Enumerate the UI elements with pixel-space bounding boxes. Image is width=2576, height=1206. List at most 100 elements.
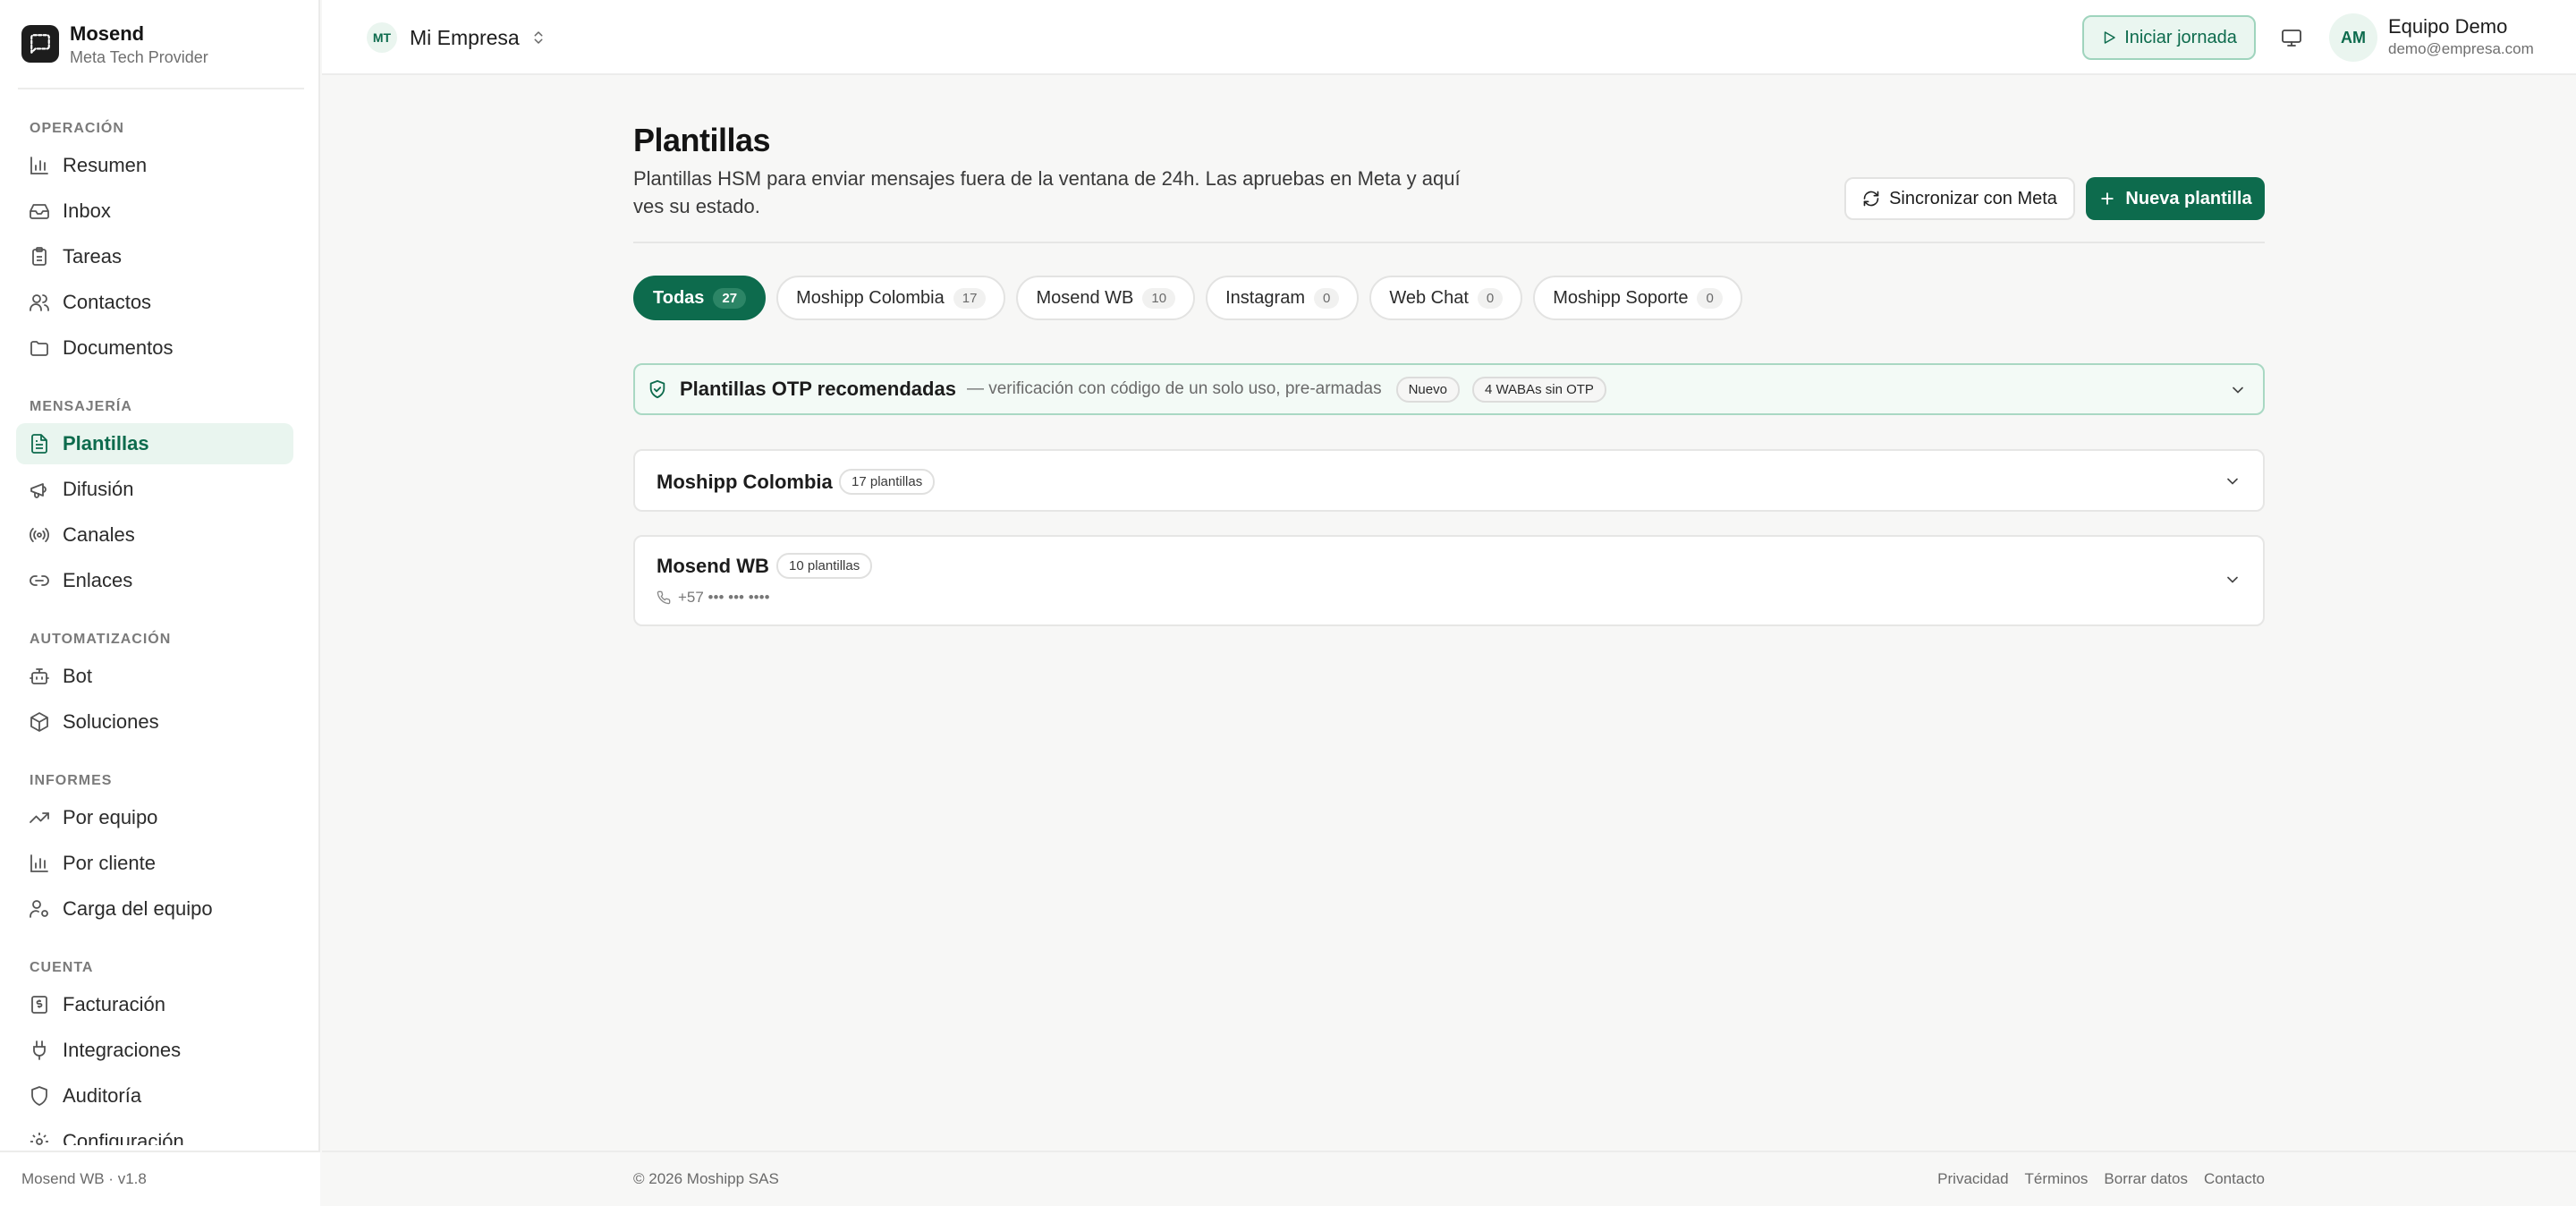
trending-up-icon	[30, 812, 49, 823]
copyright: © 2026 Moshipp SAS	[633, 1170, 779, 1187]
tab-count: 10	[1142, 287, 1176, 309]
template-group-mosend-wb[interactable]: Mosend WB 10 plantillas +57 ••• ••• ••••	[633, 535, 2265, 626]
bot-icon	[30, 668, 49, 684]
sidebar-item-label: Integraciones	[63, 1039, 182, 1061]
group-phone: +57 ••• ••• ••••	[657, 589, 770, 607]
user-avatar[interactable]: AM	[2329, 13, 2377, 62]
group-name: Mosend WB	[657, 555, 769, 577]
megaphone-icon	[30, 483, 47, 498]
sidebar-item-label: Plantillas	[63, 432, 149, 454]
user-name: Equipo Demo	[2388, 15, 2508, 38]
otp-title: Plantillas OTP recomendadas	[680, 378, 956, 400]
new-badge: Nuevo	[1395, 376, 1460, 403]
wabas-badge: 4 WABAs sin OTP	[1471, 376, 1606, 403]
footer-link-terminos[interactable]: Términos	[2025, 1170, 2089, 1188]
sidebar-item-label: Inbox	[63, 200, 111, 222]
file-text-icon	[31, 434, 47, 454]
refresh-icon	[1863, 191, 1879, 207]
package-icon	[30, 712, 48, 732]
sidebar-item-difusion[interactable]: Difusión	[16, 469, 293, 510]
sidebar-item-inbox[interactable]: Inbox	[16, 191, 293, 232]
sidebar-item-label: Por cliente	[63, 852, 156, 874]
sidebar-item-label: Por equipo	[63, 806, 158, 828]
clipboard-icon	[32, 247, 47, 266]
channel-tabs: Todas 27 Moshipp Colombia 17 Mosend WB 1…	[633, 276, 1742, 320]
user-cog-icon	[30, 900, 48, 918]
tab-todas[interactable]: Todas 27	[633, 276, 767, 320]
tab-count: 0	[1314, 287, 1340, 309]
page-footer: © 2026 Moshipp SAS Privacidad Términos B…	[322, 1151, 2576, 1206]
tab-label: Moshipp Soporte	[1553, 287, 1689, 308]
tab-label: Instagram	[1225, 287, 1305, 308]
tab-moshipp-soporte[interactable]: Moshipp Soporte 0	[1533, 276, 1742, 320]
sidebar-item-por-cliente[interactable]: Por cliente	[16, 843, 293, 884]
sidebar-item-por-equipo[interactable]: Por equipo	[16, 797, 293, 838]
divider	[18, 88, 304, 89]
sidebar-item-enlaces[interactable]: Enlaces	[16, 560, 293, 601]
monitor-icon	[2282, 30, 2301, 47]
footer-link-privacidad[interactable]: Privacidad	[1937, 1170, 2008, 1188]
tab-web-chat[interactable]: Web Chat 0	[1369, 276, 1523, 320]
page-description: Plantillas HSM para enviar mensajes fuer…	[633, 167, 1461, 217]
new-template-button[interactable]: Nueva plantilla	[2086, 177, 2265, 220]
footer-link-contacto[interactable]: Contacto	[2204, 1170, 2265, 1188]
tab-mosend-wb[interactable]: Mosend WB 10	[1016, 276, 1196, 320]
monitor-button[interactable]	[2272, 20, 2311, 55]
divider	[633, 242, 2265, 243]
start-shift-button[interactable]: Iniciar jornada	[2082, 15, 2256, 60]
tab-label: Mosend WB	[1036, 287, 1134, 308]
tab-label: Todas	[653, 287, 705, 308]
tab-moshipp-colombia[interactable]: Moshipp Colombia 17	[776, 276, 1006, 320]
group-count-badge: 17 plantillas	[839, 469, 936, 495]
sidebar-item-configuracion[interactable]: Configuración	[16, 1121, 293, 1145]
sidebar-item-label: Bot	[63, 665, 93, 687]
sidebar-item-plantillas[interactable]: Plantillas	[16, 423, 293, 464]
sidebar-item-facturacion[interactable]: Facturación	[16, 984, 293, 1025]
sidebar-item-label: Tareas	[63, 245, 123, 268]
brand-name: Mosend	[70, 22, 145, 45]
sidebar-item-tareas[interactable]: Tareas	[16, 236, 293, 277]
sidebar-item-label: Soluciones	[63, 710, 159, 733]
org-switcher[interactable]: MT Mi Empresa	[367, 20, 547, 55]
brand[interactable]: Mosend Meta Tech Provider	[21, 21, 304, 88]
link-icon	[30, 575, 49, 586]
tab-count: 17	[953, 287, 987, 309]
section-label-operacion: OPERACIÓN	[30, 121, 124, 136]
sidebar-item-label: Configuración	[63, 1130, 184, 1145]
plug-icon	[33, 1040, 46, 1060]
template-group-moshipp-colombia[interactable]: Moshipp Colombia 17 plantillas	[633, 449, 2265, 512]
sidebar-item-carga-del-equipo[interactable]: Carga del equipo	[16, 888, 293, 930]
chevron-down-icon	[2233, 386, 2243, 394]
tab-count: 0	[1697, 287, 1723, 309]
sidebar-item-soluciones[interactable]: Soluciones	[16, 701, 293, 743]
new-template-label: Nueva plantilla	[2125, 188, 2252, 208]
section-label-cuenta: CUENTA	[30, 960, 94, 975]
user-menu[interactable]: Equipo Demo demo@empresa.com	[2388, 14, 2534, 59]
chevrons-up-down-icon	[534, 31, 543, 44]
sidebar-item-contactos[interactable]: Contactos	[16, 282, 293, 323]
bar-chart-icon	[30, 854, 48, 872]
phone-number: +57 ••• ••• ••••	[678, 589, 770, 606]
users-icon	[30, 294, 49, 311]
group-count-badge: 10 plantillas	[776, 553, 873, 579]
tab-count: 0	[1477, 287, 1504, 309]
sidebar-item-auditoria[interactable]: Auditoría	[16, 1075, 293, 1117]
sidebar-item-canales[interactable]: Canales	[16, 514, 293, 556]
sidebar-item-label: Enlaces	[63, 569, 133, 591]
receipt-icon	[31, 996, 47, 1014]
sidebar-item-bot[interactable]: Bot	[16, 656, 293, 697]
sidebar-item-documentos[interactable]: Documentos	[16, 327, 293, 369]
sync-meta-button[interactable]: Sincronizar con Meta	[1844, 177, 2075, 220]
tab-instagram[interactable]: Instagram 0	[1206, 276, 1360, 320]
brand-subtitle: Meta Tech Provider	[70, 48, 208, 66]
sidebar-item-resumen[interactable]: Resumen	[16, 145, 293, 186]
sidebar-item-integraciones[interactable]: Integraciones	[16, 1030, 293, 1071]
footer-link-borrar-datos[interactable]: Borrar datos	[2104, 1170, 2188, 1188]
sidebar-item-label: Difusión	[63, 478, 134, 500]
org-name: Mi Empresa	[410, 25, 520, 49]
otp-recommended-banner[interactable]: Plantillas OTP recomendadas — verificaci…	[633, 363, 2265, 415]
tab-label: Web Chat	[1389, 287, 1469, 308]
inbox-icon	[30, 204, 49, 219]
sidebar-nav: OPERACIÓN Resumen Inbox Tareas Contactos…	[16, 107, 293, 1145]
bar-chart-icon	[30, 157, 48, 174]
